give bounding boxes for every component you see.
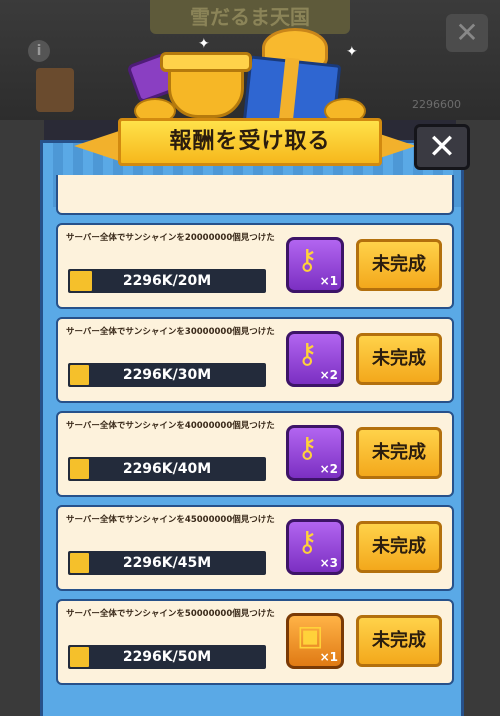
reward-row: サーバー全体でサンシャインを50000000個見つけた 2296K/50M ▣ ×1 未…	[56, 599, 454, 685]
close-button[interactable]: ✕	[414, 124, 470, 170]
reward-count: ×3	[319, 556, 338, 570]
reward-count: ×1	[319, 650, 338, 664]
reward-item[interactable]: ⚷ ×1	[286, 237, 344, 293]
background-stat: 2296600	[412, 98, 461, 111]
reward-row: サーバー全体でサンシャインを40000000個見つけた 2296K/40M ⚷ ×2 未…	[56, 411, 454, 497]
background-left-panel	[0, 120, 44, 716]
key-icon: ⚷	[297, 337, 318, 370]
reward-count: ×2	[319, 462, 338, 476]
reward-condition-text: サーバー全体でサンシャインを30000000個見つけた	[66, 327, 275, 337]
reward-panel: サーバー全体でサンシャインを20000000個見つけた 2296K/20M ⚷ ×1 未…	[40, 140, 464, 716]
progress-text: 2296K/20M	[122, 273, 212, 289]
progress-bar: 2296K/40M	[68, 457, 266, 481]
reward-count: ×2	[319, 368, 338, 382]
key-icon: ⚷	[297, 431, 318, 464]
reward-row: サーバー全体でサンシャインを20000000個見つけた 2296K/20M ⚷ ×1 未…	[56, 223, 454, 309]
sparkle-icon: ✦	[198, 36, 210, 52]
reward-row: サーバー全体でサンシャインを45000000個見つけた 2296K/45M ⚷ ×3 未…	[56, 505, 454, 591]
background-avatar	[36, 68, 74, 112]
claim-button[interactable]: 未完成	[356, 239, 442, 291]
claim-button[interactable]: 未完成	[356, 333, 442, 385]
progress-text: 2296K/30M	[122, 367, 212, 383]
background-close-icon: ✕	[446, 14, 488, 52]
reward-row: サーバー全体でサンシャインを30000000個見つけた 2296K/30M ⚷ ×2 未…	[56, 317, 454, 403]
reward-item[interactable]: ⚷ ×3	[286, 519, 344, 575]
progress-text: 2296K/40M	[122, 461, 212, 477]
trophy-rim-icon	[160, 52, 252, 72]
sparkle-icon: ✦	[346, 44, 358, 60]
claim-button[interactable]: 未完成	[356, 615, 442, 667]
progress-bar: 2296K/20M	[68, 269, 266, 293]
info-icon: i	[28, 40, 50, 62]
partial-reward-row	[56, 175, 454, 215]
claim-button[interactable]: 未完成	[356, 427, 442, 479]
progress-bar: 2296K/45M	[68, 551, 266, 575]
reward-condition-text: サーバー全体でサンシャインを20000000個見つけた	[66, 233, 275, 243]
progress-bar: 2296K/50M	[68, 645, 266, 669]
reward-count: ×1	[319, 274, 338, 288]
chest-icon: ▣	[297, 619, 324, 652]
progress-text: 2296K/45M	[122, 555, 212, 571]
reward-item[interactable]: ⚷ ×2	[286, 425, 344, 481]
reward-condition-text: サーバー全体でサンシャインを45000000個見つけた	[66, 515, 275, 525]
reward-condition-text: サーバー全体でサンシャインを40000000個見つけた	[66, 421, 275, 431]
progress-bar: 2296K/30M	[68, 363, 266, 387]
reward-condition-text: サーバー全体でサンシャインを50000000個見つけた	[66, 609, 275, 619]
reward-item[interactable]: ▣ ×1	[286, 613, 344, 669]
key-icon: ⚷	[297, 243, 318, 276]
page-title: 報酬を受け取る	[118, 118, 382, 166]
reward-list[interactable]: サーバー全体でサンシャインを20000000個見つけた 2296K/20M ⚷ ×1 未…	[56, 175, 454, 685]
background-title: 雪だるま天国	[150, 0, 350, 34]
key-icon: ⚷	[297, 525, 318, 558]
claim-button[interactable]: 未完成	[356, 521, 442, 573]
reward-item[interactable]: ⚷ ×2	[286, 331, 344, 387]
progress-text: 2296K/50M	[122, 649, 212, 665]
